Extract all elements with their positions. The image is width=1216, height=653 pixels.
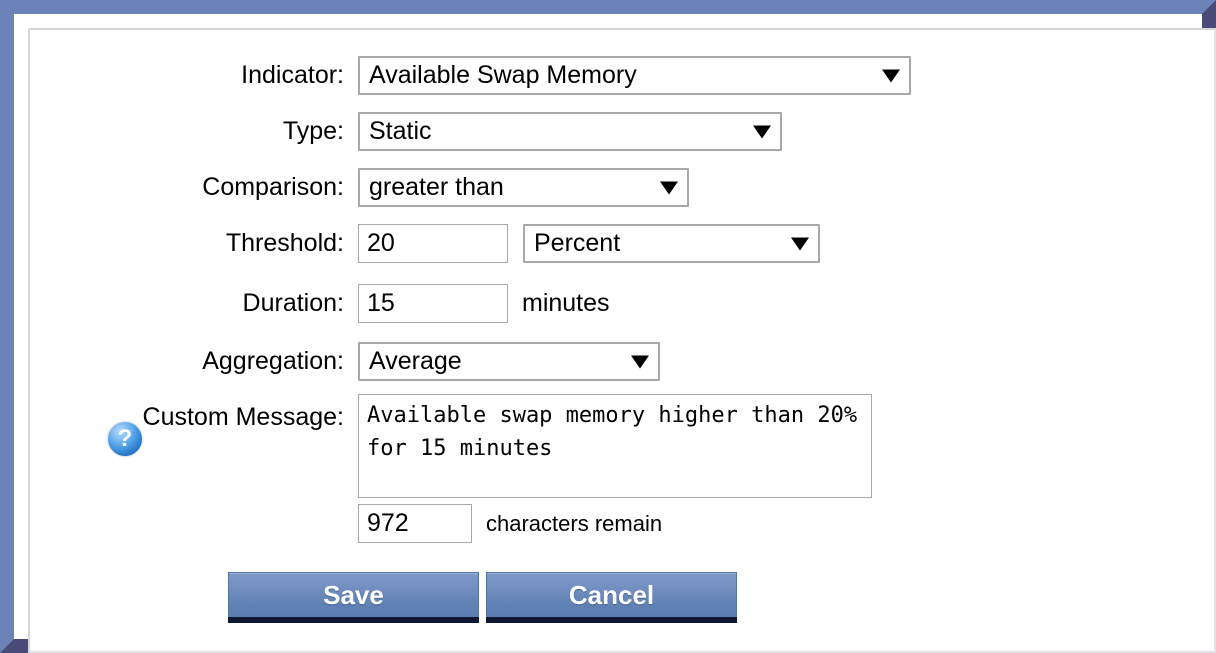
aggregation-select-value: Average <box>369 347 462 375</box>
type-select-value: Static <box>369 117 432 145</box>
duration-field: 15 minutes <box>358 284 610 323</box>
aggregation-field: Average <box>358 342 660 381</box>
help-question-icon[interactable]: ? <box>108 422 142 456</box>
duration-label: Duration: <box>242 289 344 317</box>
chevron-down-icon <box>882 69 900 82</box>
form-row-duration: Duration: 15 minutes <box>30 284 610 323</box>
chevron-down-icon <box>753 125 771 138</box>
comparison-select[interactable]: greater than <box>358 168 689 207</box>
form-row-type: Type: Static <box>30 112 782 151</box>
indicator-field: Available Swap Memory <box>358 56 911 95</box>
form-row-aggregation: Aggregation: Average <box>30 342 660 381</box>
threshold-field: 20 Percent <box>358 224 820 263</box>
form-row-custom-message: Custom Message: Available swap memory hi… <box>30 394 872 498</box>
type-label: Type: <box>282 117 344 145</box>
duration-input[interactable]: 15 <box>358 284 508 323</box>
duration-unit-label: minutes <box>522 289 610 317</box>
threshold-label: Threshold: <box>225 229 344 257</box>
form-row-indicator: Indicator: Available Swap Memory <box>30 56 911 95</box>
threshold-unit-value: Percent <box>534 229 621 257</box>
characters-remain-input: 972 <box>358 504 472 543</box>
threshold-input[interactable]: 20 <box>358 224 508 263</box>
chevron-down-icon <box>791 237 809 250</box>
custom-message-field: Available swap memory higher than 20% fo… <box>358 394 872 498</box>
form-row-threshold: Threshold: 20 Percent <box>30 224 820 263</box>
threshold-unit-select[interactable]: Percent <box>523 224 820 263</box>
form-row-characters-remain: 972 characters remain <box>30 504 662 543</box>
indicator-select[interactable]: Available Swap Memory <box>358 56 911 95</box>
comparison-label: Comparison: <box>202 173 344 201</box>
form-row-comparison: Comparison: greater than <box>30 168 689 207</box>
custom-message-label: Custom Message: <box>142 403 344 431</box>
characters-remain-field: 972 characters remain <box>358 504 662 543</box>
indicator-label: Indicator: <box>241 61 344 89</box>
chevron-down-icon <box>631 355 649 368</box>
cancel-button[interactable]: Cancel <box>486 572 737 623</box>
comparison-field: greater than <box>358 168 689 207</box>
aggregation-select[interactable]: Average <box>358 342 660 381</box>
window-frame: Indicator: Available Swap Memory Type: S… <box>0 0 1216 653</box>
dialog-content: Indicator: Available Swap Memory Type: S… <box>28 28 1216 653</box>
aggregation-label: Aggregation: <box>202 347 344 375</box>
type-select[interactable]: Static <box>358 112 782 151</box>
save-button[interactable]: Save <box>228 572 479 623</box>
comparison-select-value: greater than <box>369 173 504 201</box>
custom-message-textarea[interactable]: Available swap memory higher than 20% fo… <box>358 394 872 498</box>
characters-remain-label: characters remain <box>486 510 663 536</box>
indicator-select-value: Available Swap Memory <box>369 61 637 89</box>
chevron-down-icon <box>660 181 678 194</box>
type-field: Static <box>358 112 782 151</box>
